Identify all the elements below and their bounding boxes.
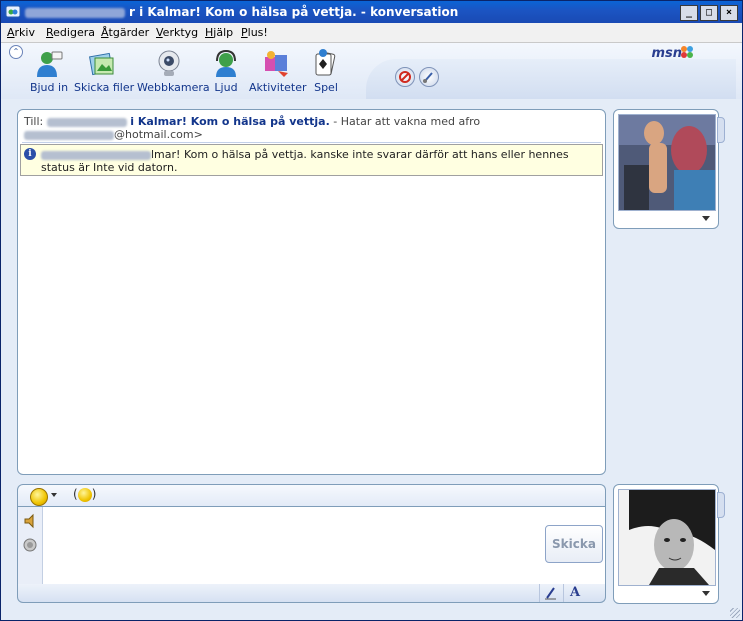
invite-button[interactable]: Bjud in <box>23 49 75 94</box>
toolbar: ⌃ Bjud in Skicka filer Webbkamera Ljud A… <box>1 43 742 99</box>
send-files-icon <box>89 52 114 76</box>
window-controls: _ □ × <box>680 5 738 21</box>
collapse-toolbar-icon[interactable]: ⌃ <box>9 45 23 59</box>
blurred-contact-name <box>46 117 127 127</box>
activities-button[interactable]: Aktiviteter <box>249 49 307 94</box>
menu-plus[interactable]: Plus! <box>241 26 268 39</box>
contact-picture-frame <box>613 109 719 229</box>
invite-contact-icon <box>37 51 63 77</box>
webcam-icon <box>158 50 180 76</box>
audio-button[interactable]: Ljud <box>211 49 241 94</box>
collapse-own-picture-tab[interactable] <box>717 492 725 518</box>
emoticon-icon[interactable] <box>30 488 48 506</box>
conversation-window: r i Kalmar! Kom o hälsa på vettja. - kon… <box>0 0 743 621</box>
send-button[interactable]: Skicka <box>545 525 603 563</box>
menu-hjalp-label: jälp <box>213 26 234 39</box>
blurred-email <box>24 130 114 140</box>
menu-arkiv[interactable]: Arkiv <box>7 26 35 39</box>
contact-display-name: i Kalmar! Kom o hälsa på vettja. <box>130 115 330 128</box>
menu-plus-label: lus! <box>247 26 268 39</box>
block-icon <box>399 71 411 83</box>
msn-buddy-icon <box>5 5 21 18</box>
nudge-icon[interactable] <box>22 537 38 553</box>
own-display-picture[interactable] <box>618 489 716 586</box>
send-files-button[interactable]: Skicka filer <box>74 49 135 94</box>
blurred-contact-name-2 <box>41 150 151 160</box>
menu-verktyg-accel: V <box>156 26 163 39</box>
blurred-name <box>25 7 125 18</box>
activities-label: Aktiviteter <box>249 81 307 94</box>
menu-bar: Arkiv Redigera Åtgärder Verktyg Hjälp Pl… <box>1 23 742 43</box>
header-divider <box>22 142 601 143</box>
paintbrush-icon <box>423 72 433 83</box>
webcam-button[interactable]: Webbkamera <box>137 49 210 94</box>
minimize-button[interactable]: _ <box>680 5 698 21</box>
audio-label: Ljud <box>214 81 238 94</box>
maximize-button[interactable]: □ <box>700 5 718 21</box>
window-title-text: r i Kalmar! Kom o hälsa på vettja. - kon… <box>129 5 459 19</box>
menu-arkiv-label: rkiv <box>14 26 35 39</box>
block-contact-button[interactable] <box>395 67 415 87</box>
menu-verktyg-label: erktyg <box>162 26 199 39</box>
contact-display-picture[interactable] <box>618 114 716 211</box>
input-format-bar: A <box>17 584 606 603</box>
collapse-contact-picture-tab[interactable] <box>717 117 725 143</box>
status-info-bar: i lmar! Kom o hälsa på vettja. kanske in… <box>20 144 603 176</box>
info-icon: i <box>24 148 36 160</box>
window-title: r i Kalmar! Kom o hälsa på vettja. - kon… <box>25 5 458 19</box>
contact-personal-message: - Hatar att vakna med afro <box>333 115 481 128</box>
emoticon-dropdown-arrow[interactable] <box>51 493 57 497</box>
menu-atgarder[interactable]: Åtgärder <box>101 26 149 39</box>
resize-grip[interactable] <box>730 608 740 618</box>
webcam-label: Webbkamera <box>137 81 210 94</box>
contact-picture-dropdown-arrow[interactable] <box>702 216 710 221</box>
handwriting-icon[interactable] <box>539 584 562 602</box>
to-label: Till: <box>24 115 44 128</box>
msn-butterfly-icon <box>681 46 693 58</box>
input-side-bar <box>18 507 43 584</box>
title-bar[interactable]: r i Kalmar! Kom o hälsa på vettja. - kon… <box>1 1 742 23</box>
activities-icon <box>265 51 288 77</box>
menu-arkiv-accel: A <box>7 26 15 39</box>
font-button[interactable]: A <box>563 584 586 602</box>
menu-redigera-label: edigera <box>53 26 95 39</box>
voice-clip-icon[interactable] <box>22 513 38 529</box>
menu-verktyg[interactable]: Verktyg <box>156 26 198 39</box>
menu-hjalp[interactable]: Hjälp <box>205 26 233 39</box>
contact-photo-image <box>619 115 715 210</box>
games-label: Spel <box>314 81 338 94</box>
close-button[interactable]: × <box>720 5 738 21</box>
menu-plus-accel: P <box>241 26 248 39</box>
audio-headset-icon <box>216 49 236 77</box>
msn-logo: msn <box>651 46 682 61</box>
menu-redigera[interactable]: Redigera <box>46 26 95 39</box>
invite-label: Bjud in <box>29 81 69 94</box>
menu-atgarder-accel: Å <box>101 26 109 39</box>
background-button[interactable] <box>419 67 439 87</box>
games-cards-icon <box>315 49 336 76</box>
status-info-text: lmar! Kom o hälsa på vettja. kanske inte… <box>41 148 596 174</box>
own-picture-frame <box>613 484 719 604</box>
own-picture-dropdown-arrow[interactable] <box>702 591 710 596</box>
wink-icon[interactable]: () <box>73 487 96 502</box>
input-toolbar: () <box>17 484 606 507</box>
contact-email: @hotmail.com> <box>114 128 203 141</box>
message-input-area[interactable]: Skicka <box>17 506 606 585</box>
games-button[interactable]: Spel <box>309 49 343 94</box>
recipient-line: Till: i Kalmar! Kom o hälsa på vettja. -… <box>24 115 599 141</box>
send-files-label: Skicka filer <box>74 81 135 94</box>
menu-atgarder-label: tgärder <box>108 26 150 39</box>
own-photo-image <box>619 490 715 585</box>
conversation-history[interactable]: Till: i Kalmar! Kom o hälsa på vettja. -… <box>17 109 606 475</box>
